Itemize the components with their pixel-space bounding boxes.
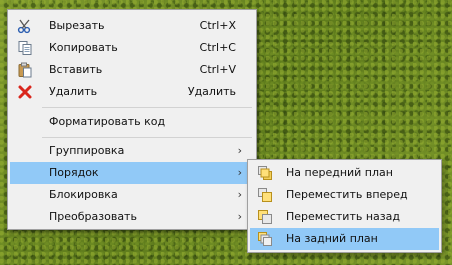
submenu-item-send-to-back[interactable]: На задний план [250, 228, 439, 250]
menu-item-paste[interactable]: Вставить Ctrl+V [10, 59, 254, 81]
copy-icon [18, 41, 32, 55]
shortcut-label: Ctrl+C [199, 41, 236, 54]
context-menu: Вырезать Ctrl+X Копировать Ctrl+C Встави… [7, 9, 257, 230]
menu-item-grouping[interactable]: Группировка › [10, 140, 254, 162]
scissors-icon [17, 19, 31, 34]
menu-item-label: Вырезать [49, 19, 105, 32]
menu-item-transform[interactable]: Преобразовать › [10, 206, 254, 228]
send-backward-icon [258, 210, 272, 224]
delete-icon [18, 85, 32, 99]
submenu-item-send-backward[interactable]: Переместить назад [250, 206, 439, 228]
chevron-right-icon: › [237, 144, 242, 157]
submenu-item-bring-forward[interactable]: Переместить вперед [250, 184, 439, 206]
bring-forward-icon [258, 188, 272, 202]
shortcut-label: Ctrl+X [199, 19, 236, 32]
shortcut-label: Удалить [187, 85, 236, 98]
menu-item-delete[interactable]: Удалить Удалить [10, 81, 254, 103]
menu-item-label: Преобразовать [49, 210, 137, 223]
menu-item-label: Форматировать код [49, 115, 166, 128]
submenu-item-bring-to-front[interactable]: На передний план [250, 162, 439, 184]
menu-item-label: Вставить [49, 63, 103, 76]
menu-item-label: Порядок [49, 166, 99, 179]
submenu-item-label: Переместить вперед [286, 188, 408, 201]
submenu-item-label: На задний план [286, 232, 378, 245]
submenu-item-label: На передний план [286, 166, 393, 179]
menu-item-format-code[interactable]: Форматировать код [10, 111, 254, 133]
menu-item-copy[interactable]: Копировать Ctrl+C [10, 37, 254, 59]
menu-item-label: Копировать [49, 41, 118, 54]
order-submenu: На передний план Переместить вперед Пере… [247, 159, 442, 253]
paste-icon [18, 62, 32, 78]
menu-item-label: Блокировка [49, 188, 118, 201]
chevron-right-icon: › [237, 210, 242, 223]
menu-separator [42, 137, 252, 138]
menu-item-label: Удалить [49, 85, 98, 98]
menu-item-lock[interactable]: Блокировка › [10, 184, 254, 206]
menu-item-cut[interactable]: Вырезать Ctrl+X [10, 15, 254, 37]
submenu-item-label: Переместить назад [286, 210, 400, 223]
chevron-right-icon: › [237, 188, 242, 201]
send-to-back-icon [258, 232, 272, 246]
menu-item-label: Группировка [49, 144, 125, 157]
shortcut-label: Ctrl+V [199, 63, 236, 76]
chevron-right-icon: › [237, 166, 242, 179]
menu-item-order[interactable]: Порядок › [10, 162, 254, 184]
bring-to-front-icon [258, 166, 272, 180]
menu-separator [42, 107, 252, 108]
